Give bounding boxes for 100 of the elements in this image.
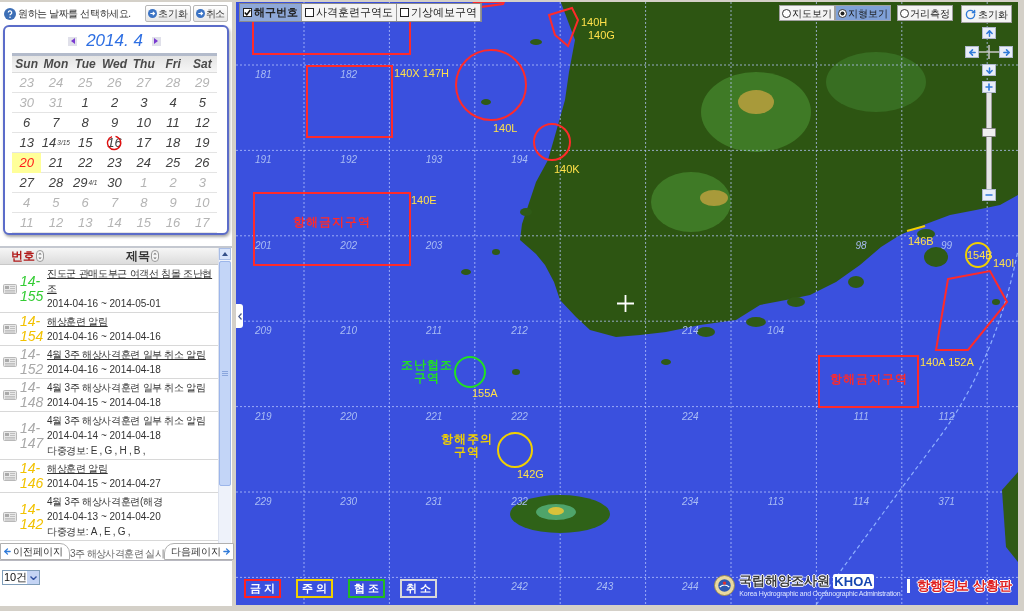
- calendar-day[interactable]: 17: [129, 133, 159, 153]
- calendar-day[interactable]: 11: [158, 113, 188, 133]
- warning-number: 14- 154: [20, 314, 45, 344]
- calendar-day[interactable]: 3: [129, 93, 159, 113]
- previous-month-button[interactable]: [68, 36, 78, 46]
- calendar-day[interactable]: 21: [41, 153, 71, 173]
- area-code-label: 140L: [493, 123, 518, 134]
- calendar-day[interactable]: 28: [41, 173, 71, 193]
- sea-area-number: 243: [596, 581, 614, 593]
- calendar-day[interactable]: 2: [99, 93, 130, 113]
- reset-button[interactable]: 초기화: [145, 5, 191, 22]
- warning-number: 14- 148: [20, 380, 45, 410]
- zoom-out-button[interactable]: [982, 189, 996, 201]
- pan-down-button[interactable]: [982, 64, 996, 76]
- calendar-day[interactable]: 12: [187, 113, 217, 133]
- island: [917, 229, 935, 239]
- newspaper-icon: [3, 324, 17, 334]
- pan-left-button[interactable]: [965, 46, 979, 58]
- warning-title-link[interactable]: 해상훈련 알림: [47, 461, 213, 476]
- map-reset-button[interactable]: 초기화: [961, 5, 1012, 23]
- sea-area-number: 182: [340, 69, 358, 80]
- legend-filter-button[interactable]: 주 의: [296, 579, 333, 598]
- scrollbar[interactable]: [218, 248, 231, 544]
- legend-filter-button[interactable]: 협 조: [348, 579, 385, 598]
- calendar-day[interactable]: 15: [70, 133, 100, 153]
- island: [661, 359, 671, 365]
- island: [848, 276, 864, 288]
- island: [461, 269, 471, 275]
- warning-number: 14- 142: [20, 501, 45, 532]
- calendar-day[interactable]: 23: [99, 153, 130, 173]
- pan-right-button[interactable]: [999, 46, 1013, 58]
- layer-checkbox[interactable]: 기상예보구역: [397, 4, 481, 21]
- sea-area-number: 230: [340, 496, 358, 507]
- calendar-day[interactable]: 22: [70, 153, 100, 173]
- view-mode-radio[interactable]: 지도보기: [779, 5, 835, 21]
- chevron-down-icon: [29, 575, 37, 580]
- grip-icon: [222, 371, 228, 376]
- view-mode-radio[interactable]: 거리측정: [897, 5, 953, 21]
- sea-area-number: 114: [853, 496, 870, 507]
- calendar-day[interactable]: 1: [70, 93, 100, 113]
- calendar-day[interactable]: 10: [129, 113, 159, 133]
- calendar-day[interactable]: 6: [12, 113, 42, 133]
- column-header[interactable]: 번호: [11, 249, 35, 263]
- sea-area-number: 214: [681, 325, 699, 337]
- weekday-label: Sun: [14, 56, 39, 72]
- checkbox[interactable]: [305, 8, 314, 17]
- page-size-select[interactable]: 10건: [2, 570, 40, 585]
- checkbox[interactable]: [243, 8, 252, 17]
- island: [787, 297, 805, 307]
- warning-title: 4월 3주 해상사격훈련 일부 취소 알림: [47, 414, 207, 428]
- calendar-day[interactable]: 7: [41, 113, 71, 133]
- calendar-day[interactable]: 8: [70, 113, 100, 133]
- warning-title-link[interactable]: 4월 3주 해상사격훈련 일부 취소 알림: [47, 347, 213, 362]
- calendar-day[interactable]: 5: [187, 93, 217, 113]
- zoom-in-button[interactable]: [982, 81, 996, 93]
- pan-up-button[interactable]: [982, 27, 996, 39]
- calendar-day[interactable]: 26: [187, 153, 217, 173]
- caret-left-icon: [70, 38, 75, 44]
- layer-checkbox[interactable]: 사격훈련구역도: [302, 4, 397, 21]
- calendar-day[interactable]: 30: [99, 173, 130, 193]
- zoom-slider-thumb[interactable]: [982, 127, 996, 137]
- chevron-left-icon: [237, 312, 242, 320]
- legend-filter-button[interactable]: 금 지: [244, 579, 281, 598]
- check-icon: [244, 9, 251, 16]
- scrollbar-thumb[interactable]: [219, 261, 231, 486]
- layer-checkbox[interactable]: 해구번호: [240, 4, 302, 21]
- cancel-button[interactable]: 취소: [192, 5, 228, 22]
- newspaper-icon: [3, 511, 17, 522]
- calendar-day[interactable]: 25: [158, 153, 188, 173]
- island: [746, 317, 766, 327]
- sea-area-number: 221: [425, 410, 443, 422]
- island: [512, 369, 520, 375]
- checkbox[interactable]: [400, 8, 409, 17]
- sea-area-number: 191: [254, 154, 272, 166]
- legend-filter-button[interactable]: 취 소: [400, 579, 437, 598]
- calendar-day[interactable]: 18: [158, 133, 188, 153]
- column-header[interactable]: 제목: [126, 249, 150, 263]
- calendar-day[interactable]: 13: [12, 133, 42, 153]
- next-page-tab[interactable]: 다음페이지: [163, 543, 234, 560]
- warning-title-link[interactable]: 해상훈련 알림: [47, 314, 213, 329]
- help-icon: [4, 7, 16, 20]
- calendar-day[interactable]: 24: [129, 153, 159, 173]
- next-month-button[interactable]: [151, 36, 161, 46]
- previous-page-tab[interactable]: 이전페이지: [0, 543, 70, 560]
- view-mode-radio[interactable]: 지형보기: [835, 5, 891, 21]
- calendar-day[interactable]: 9: [99, 113, 130, 133]
- sea-area-number: 181: [254, 69, 272, 80]
- sea-area-number: 104: [767, 325, 785, 337]
- collapse-panel-handle[interactable]: [236, 304, 243, 328]
- warning-title-link[interactable]: 진도군 관매도부근 여객선 침몰 조난협조: [47, 266, 213, 296]
- calendar-day[interactable]: 4: [158, 93, 188, 113]
- date-prompt: 원하는 날짜를 선택하세요.: [18, 7, 131, 21]
- warning-title: 4월 3주 해상사격훈련 일부 취소 알림: [47, 381, 207, 395]
- scroll-up-button[interactable]: [219, 248, 231, 260]
- sea-area-number: 201: [254, 239, 272, 251]
- calendar-day[interactable]: 19: [187, 133, 217, 153]
- warning-period: 2014-04-14 ~ 2014-04-18: [47, 429, 162, 443]
- radio-icon: [838, 8, 847, 18]
- calendar-day[interactable]: 20: [12, 153, 42, 173]
- calendar-day[interactable]: 27: [12, 173, 42, 193]
